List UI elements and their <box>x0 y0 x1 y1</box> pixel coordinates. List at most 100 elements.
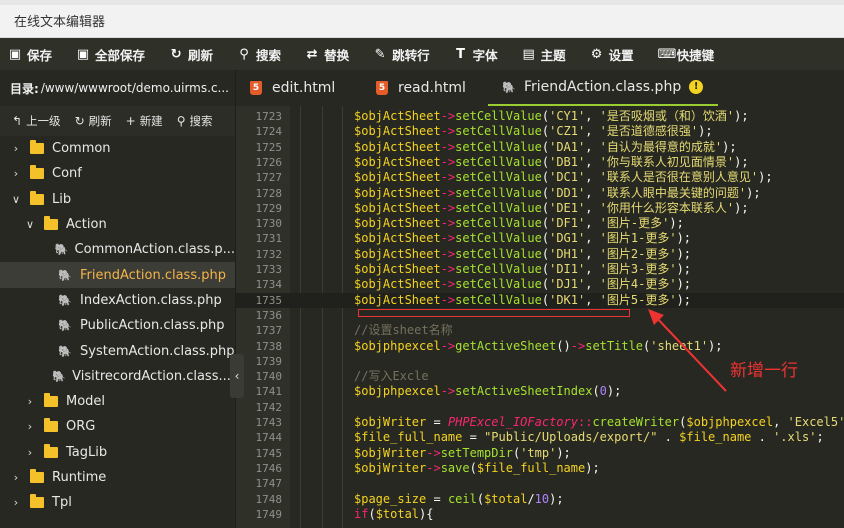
code-text: $objActSheet->setCellValue('CZ1', '是否道德感… <box>354 124 713 139</box>
code-line[interactable]: 1735 $objActSheet->setCellValue('DK1', '图… <box>236 292 844 308</box>
line-number: 1733 <box>255 263 283 276</box>
toolbar-button-5[interactable]: ✎ 跳转行 <box>373 45 430 64</box>
code-line[interactable]: 1738 $objphpexcel->getActiveSheet()->setT… <box>236 339 844 354</box>
chevron-right-icon[interactable]: › <box>24 420 36 433</box>
toolbar-button-6[interactable]: T 字体 <box>454 45 497 64</box>
code-line[interactable]: 1743 $objWriter = PHPExcel_IOFactory::cre… <box>236 415 844 430</box>
tree-folder[interactable]: › TagLib <box>0 440 235 465</box>
code-text: $objActSheet->setCellValue('DD1', '联系人眼中… <box>354 185 761 200</box>
line-number: 1738 <box>255 339 283 353</box>
toolbar-button-8[interactable]: ⚙ 设置 <box>590 45 634 64</box>
code-line[interactable]: 1730 $objActSheet->setCellValue('DF1', '图… <box>236 216 844 231</box>
toolbar-button-3[interactable]: ⚲ 搜索 <box>237 45 281 64</box>
line-number: 1737 <box>255 324 283 338</box>
toolbar-button-2[interactable]: ↻ 刷新 <box>169 45 213 64</box>
code-line[interactable]: 1731 $objActSheet->setCellValue('DG1', '图… <box>236 231 844 246</box>
line-number: 1730 <box>255 217 283 231</box>
tree-folder[interactable]: ∨ Action <box>0 212 235 237</box>
tree-folder[interactable]: ∨ Lib <box>0 187 235 212</box>
settings-icon: ⚙ <box>590 46 603 62</box>
tree-file[interactable]: 🐘 IndexAction.class.php <box>0 288 235 313</box>
line-number: 1734 <box>255 278 283 292</box>
line-number: 1725 <box>255 140 283 154</box>
php-file-icon: 🐘 <box>54 243 69 257</box>
line-number: 1747 <box>255 477 283 491</box>
chevron-right-icon[interactable]: › <box>10 167 22 180</box>
toolbar-button-label: 搜索 <box>256 47 282 63</box>
tab-0[interactable]: 5 edit.html <box>236 70 362 106</box>
tab-2[interactable]: 🐘 FriendAction.class.php! <box>488 70 718 106</box>
collapse-sidebar-button[interactable]: ‹ <box>230 354 244 398</box>
code-line[interactable]: 1727 $objActSheet->setCellValue('DC1', '联… <box>236 170 844 185</box>
folder-icon <box>30 140 44 155</box>
code-line[interactable]: 1728 $objActSheet->setCellValue('DD1', '联… <box>236 186 844 201</box>
code-line[interactable]: 1744 $file_full_name = "Public/Uploads/ex… <box>236 430 844 445</box>
chevron-right-icon[interactable]: › <box>10 142 22 155</box>
code-line[interactable]: 1724 $objActSheet->setCellValue('CZ1', '是… <box>236 124 844 139</box>
folder-icon <box>30 165 44 180</box>
code-text: $objActSheet->setCellValue('DJ1', '图片4-更… <box>354 277 692 292</box>
code-line[interactable]: 1725 $objActSheet->setCellValue('DA1', '自… <box>236 140 844 155</box>
file-tree: › Common › Conf ∨ Lib ∨ Action 🐘 CommonAction.cla… <box>0 136 235 515</box>
tree-item-label: ORG <box>66 419 96 435</box>
code-line[interactable]: 1726 $objActSheet->setCellValue('DB1', '你… <box>236 155 844 170</box>
toolbar-button-9[interactable]: ⌨ 快捷键 <box>658 45 715 64</box>
tree-folder[interactable]: › Tpl <box>0 490 235 515</box>
tree-file[interactable]: 🐘 VisitrecordAction.class.... <box>0 364 235 389</box>
code-line[interactable]: 1729 $objActSheet->setCellValue('DE1', '你… <box>236 201 844 216</box>
chevron-right-icon[interactable]: › <box>24 395 36 408</box>
chevron-right-icon[interactable]: › <box>24 446 36 459</box>
tab-1[interactable]: 5 read.html <box>362 70 488 106</box>
code-line[interactable]: 1733 $objActSheet->setCellValue('DI1', '图… <box>236 262 844 277</box>
code-line[interactable]: 1747 <box>236 476 844 491</box>
tree-item-label: CommonAction.class.p... <box>74 242 235 258</box>
toolbar-button-0[interactable]: ▣ 保存 <box>8 45 52 64</box>
tree-folder[interactable]: › ORG <box>0 414 235 439</box>
code-line[interactable]: 1737 //设置sheet名称 <box>236 323 844 338</box>
new-icon: + <box>125 114 136 128</box>
directory-path[interactable]: /www/wwwroot/demo.uirms.c... <box>41 81 229 95</box>
code-line[interactable]: 1749 if($total){ <box>236 507 844 522</box>
code-line[interactable]: 1723 $objActSheet->setCellValue('CY1', '是… <box>236 109 844 124</box>
tree-file[interactable]: 🐘 CommonAction.class.p... <box>0 237 235 262</box>
tree-folder[interactable]: › Model <box>0 389 235 414</box>
toolbar-button-label: 快捷键 <box>676 47 715 63</box>
tree-file[interactable]: 🐘 SystemAction.class.php <box>0 338 235 363</box>
tree-folder[interactable]: › Common <box>0 136 235 161</box>
tree-folder[interactable]: › Runtime <box>0 465 235 490</box>
chevron-right-icon[interactable]: › <box>10 496 22 509</box>
php-file-icon: 🐘 <box>52 369 67 383</box>
editor-tabs: 5 edit.html 5 read.html 🐘 FriendAction.class.… <box>236 70 844 106</box>
search-icon: ⚲ <box>176 114 186 128</box>
folder-icon <box>44 216 58 231</box>
code-line[interactable]: 1734 $objActSheet->setCellValue('DJ1', '图… <box>236 277 844 292</box>
sidebar-tool-2[interactable]: + 新建 <box>126 113 163 129</box>
sidebar-tool-1[interactable]: ↻ 刷新 <box>75 113 112 129</box>
code-line[interactable]: 1741 $objphpexcel->setActiveSheetIndex(0)… <box>236 384 844 399</box>
code-line[interactable]: 1746 $objWriter->save($file_full_name); <box>236 461 844 476</box>
chevron-down-icon[interactable]: ∨ <box>10 193 22 206</box>
sidebar-tool-0[interactable]: ↰ 上一级 <box>12 113 61 129</box>
toolbar-button-7[interactable]: ▤ 主题 <box>522 45 565 64</box>
tree-item-label: Conf <box>52 166 82 182</box>
toolbar-button-1[interactable]: ▣ 全部保存 <box>76 45 145 64</box>
line-number: 1731 <box>255 232 283 246</box>
toolbar-button-label: 保存 <box>27 47 53 63</box>
tree-folder[interactable]: › Conf <box>0 161 235 186</box>
sidebar-tool-label: 上一级 <box>26 114 61 128</box>
line-number: 1742 <box>255 400 283 414</box>
code-text: $objActSheet->setCellValue('DC1', '联系人是否… <box>354 170 773 185</box>
code-line[interactable]: 1742 <box>236 400 844 415</box>
tree-file[interactable]: 🐘 PublicAction.class.php <box>0 313 235 338</box>
code-editor[interactable]: 1723 $objActSheet->setCellValue('CY1', '是… <box>236 106 844 528</box>
code-line[interactable]: 1745 $objWriter->setTempDir('tmp'); <box>236 446 844 461</box>
sidebar-tool-3[interactable]: ⚲ 搜索 <box>177 113 213 129</box>
php-file-icon: 🐘 <box>58 293 72 307</box>
code-line[interactable]: 1748 $page_size = ceil($total/10); <box>236 492 844 507</box>
code-line[interactable]: 1732 $objActSheet->setCellValue('DH1', '图… <box>236 247 844 262</box>
toolbar-button-4[interactable]: ⇄ 替换 <box>305 45 349 64</box>
chevron-down-icon[interactable]: ∨ <box>24 218 36 231</box>
replace-icon: ⇄ <box>306 46 318 62</box>
chevron-right-icon[interactable]: › <box>10 471 22 484</box>
tree-file[interactable]: 🐘 FriendAction.class.php <box>0 262 235 288</box>
